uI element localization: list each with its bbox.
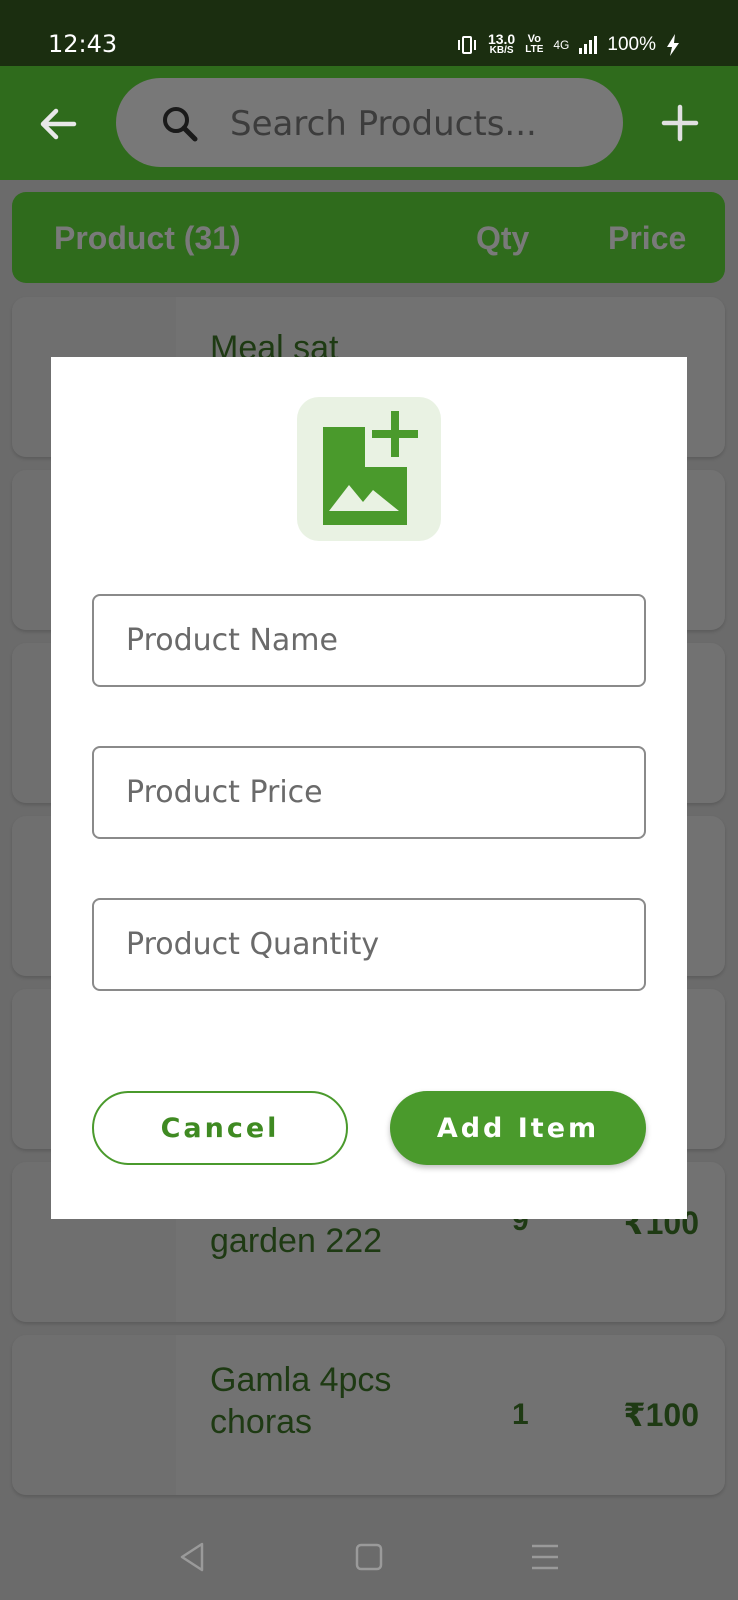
status-time: 12:43 xyxy=(48,30,118,58)
product-price-field[interactable] xyxy=(92,746,646,839)
product-qty: 1 xyxy=(512,1398,529,1431)
status-icons: 13.0 KB/S Vo LTE 4G 100% xyxy=(456,32,680,56)
list-header: Product (31) Qty Price xyxy=(12,192,725,283)
battery-percent: 100% xyxy=(607,33,656,55)
product-name: garden 222 xyxy=(210,1222,383,1260)
charging-icon xyxy=(667,33,679,56)
add-photo-icon xyxy=(323,411,425,525)
search-bar[interactable]: Search Products... xyxy=(116,78,623,167)
search-placeholder: Search Products... xyxy=(230,104,537,144)
product-name: Gamla 4pcs choras xyxy=(210,1361,392,1441)
product-row[interactable]: Gamla 4pcs choras 1 ₹100 xyxy=(12,1335,725,1495)
network-type: 4G xyxy=(553,37,570,52)
volte-indicator: Vo LTE xyxy=(525,34,543,55)
product-thumbnail xyxy=(12,1335,176,1495)
back-arrow-icon[interactable] xyxy=(34,100,82,148)
add-product-dialog: Cancel Add Item xyxy=(51,357,687,1219)
add-icon[interactable] xyxy=(660,103,700,143)
cancel-button[interactable]: Cancel xyxy=(92,1091,348,1165)
vibrate-icon xyxy=(457,35,476,54)
product-quantity-input[interactable] xyxy=(94,900,644,989)
volte-bottom: LTE xyxy=(525,44,544,55)
add-item-button[interactable]: Add Item xyxy=(390,1091,646,1165)
app-bar: Search Products... xyxy=(0,66,738,180)
image-picker[interactable] xyxy=(297,397,441,541)
header-product: Product (31) xyxy=(54,220,241,256)
product-name-input[interactable] xyxy=(94,596,644,685)
product-name-field[interactable] xyxy=(92,594,646,687)
product-price: ₹100 xyxy=(623,1397,699,1433)
nav-home-icon[interactable] xyxy=(352,1540,386,1574)
search-icon xyxy=(163,107,198,142)
header-price: Price xyxy=(608,220,687,256)
nav-back-icon[interactable] xyxy=(176,1540,210,1574)
nav-menu-icon[interactable] xyxy=(528,1540,562,1574)
net-speed-unit: KB/S xyxy=(489,45,514,56)
status-bar: 12:43 13.0 KB/S Vo LTE 4G 100% xyxy=(0,0,738,66)
product-price-input[interactable] xyxy=(94,748,644,837)
net-speed: 13.0 KB/S xyxy=(488,32,515,56)
signal-icon xyxy=(579,35,598,54)
system-nav-bar xyxy=(0,1510,738,1600)
product-quantity-field[interactable] xyxy=(92,898,646,991)
header-qty: Qty xyxy=(476,220,530,256)
